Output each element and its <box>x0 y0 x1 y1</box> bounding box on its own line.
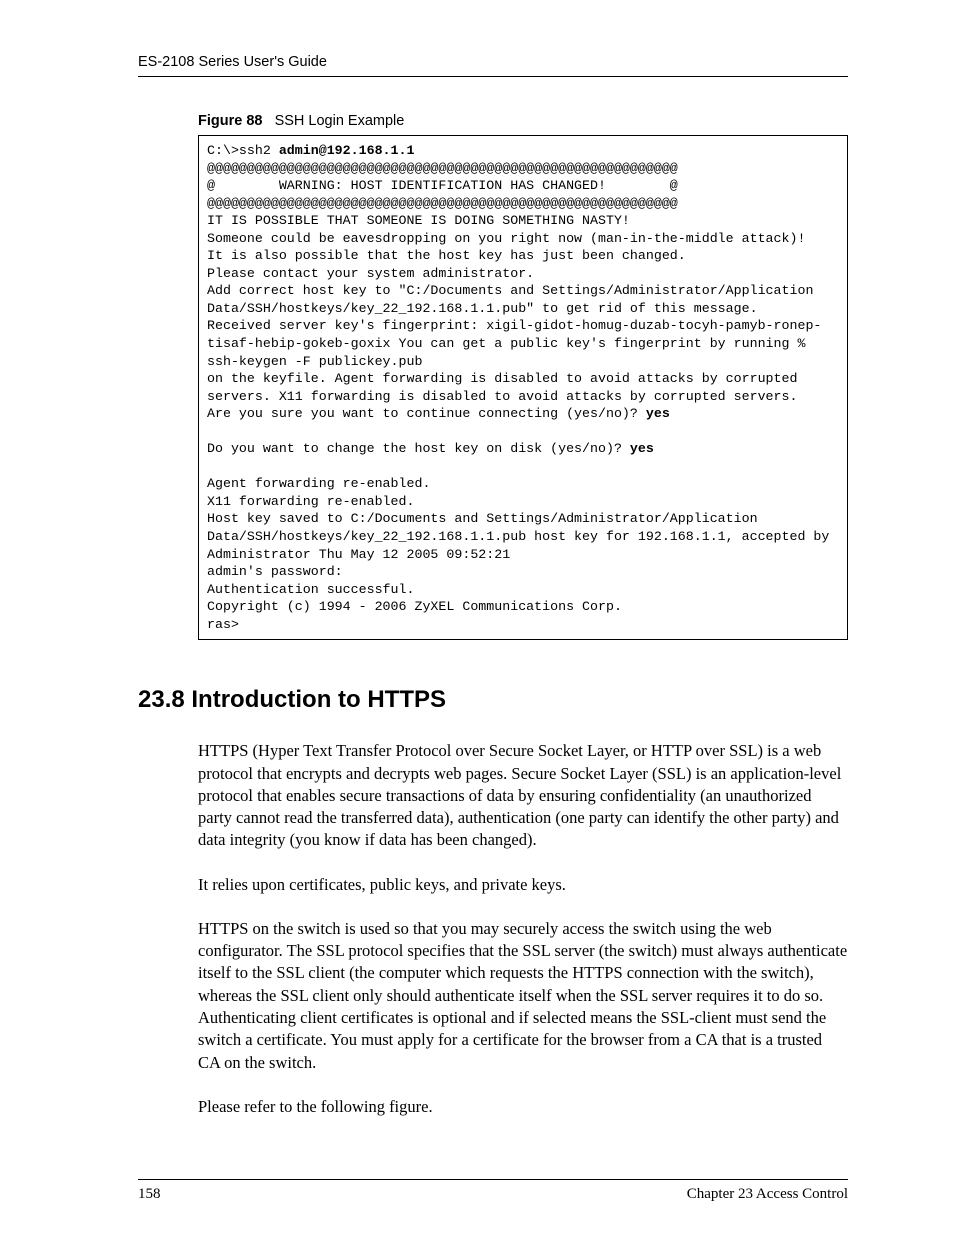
page-number: 158 <box>138 1186 161 1203</box>
code-prefix: C:\>ssh2 <box>207 143 279 158</box>
document-page: ES-2108 Series User's Guide Figure 88 SS… <box>0 0 954 1235</box>
figure-title: SSH Login Example <box>275 113 405 129</box>
section-heading: 23.8 Introduction to HTTPS <box>138 686 848 714</box>
paragraph-4: Please refer to the following figure. <box>198 1096 848 1118</box>
code-body-2: Do you want to change the host key on di… <box>207 441 630 456</box>
running-head: ES-2108 Series User's Guide <box>138 54 848 70</box>
footer-row: 158 Chapter 23 Access Control <box>138 1186 848 1203</box>
code-body-3: Agent forwarding re-enabled. X11 forward… <box>207 476 837 631</box>
page-footer: 158 Chapter 23 Access Control <box>138 1179 848 1203</box>
paragraph-2: It relies upon certificates, public keys… <box>198 874 848 896</box>
footer-rule <box>138 1179 848 1180</box>
code-bold-2: yes <box>646 406 670 421</box>
figure-label: Figure 88 <box>198 113 262 129</box>
code-body-1: @@@@@@@@@@@@@@@@@@@@@@@@@@@@@@@@@@@@@@@@… <box>207 161 821 422</box>
header-rule <box>138 76 848 77</box>
figure-caption: Figure 88 SSH Login Example <box>198 113 848 129</box>
code-bold-1: admin@192.168.1.1 <box>279 143 415 158</box>
chapter-label: Chapter 23 Access Control <box>687 1186 848 1203</box>
paragraph-3: HTTPS on the switch is used so that you … <box>198 918 848 1074</box>
code-example-box: C:\>ssh2 admin@192.168.1.1 @@@@@@@@@@@@@… <box>198 135 848 640</box>
code-bold-3: yes <box>630 441 654 456</box>
paragraph-1: HTTPS (Hyper Text Transfer Protocol over… <box>198 740 848 851</box>
